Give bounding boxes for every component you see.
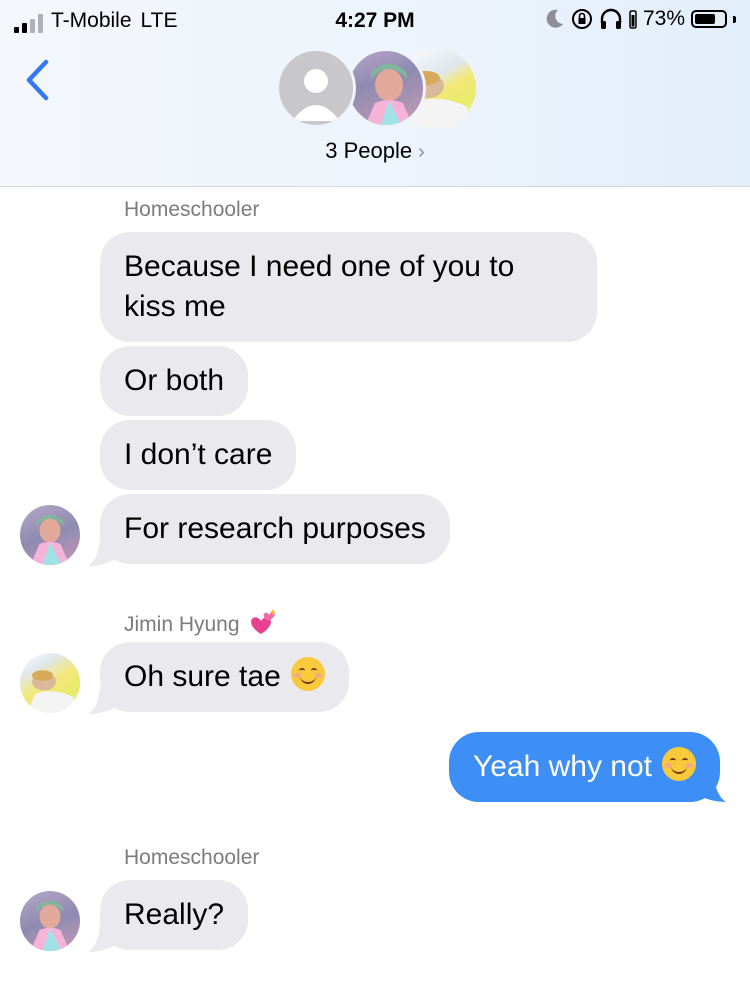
message-text: Yeah why not (472, 750, 652, 783)
avatar-jimin-small[interactable] (20, 653, 80, 713)
back-chevron-icon[interactable] (22, 58, 52, 102)
rotation-lock-icon (571, 9, 592, 29)
sender-label: Jimin Hyung (124, 608, 277, 637)
message-bubble[interactable]: For research purposes (100, 494, 450, 564)
sender-name: Jimin Hyung (124, 613, 240, 636)
message-bubble[interactable]: Because I need one of you to kiss me (100, 232, 597, 342)
message-bubble[interactable]: I don’t care (100, 420, 297, 490)
battery-tip (733, 15, 736, 23)
smiling-face-emoji (662, 747, 696, 781)
people-count-link[interactable]: 3 People › (0, 138, 750, 164)
sender-label: Homeschooler (124, 846, 260, 869)
sparkling-hearts-icon (251, 609, 277, 634)
people-count-label: 3 People (325, 138, 413, 163)
battery-icon (691, 10, 727, 28)
avatar-homeschooler (346, 48, 426, 128)
group-avatars[interactable] (276, 48, 476, 128)
status-icons: 73% (545, 7, 736, 31)
headphone-battery-icon (629, 10, 637, 29)
message-bubble-sent[interactable]: Yeah why not (448, 732, 720, 802)
conversation-header: T-Mobile LTE 4:27 PM 73% 3 People › (0, 0, 750, 187)
battery-level (695, 14, 716, 24)
message-bubble[interactable]: Or both (100, 346, 249, 416)
smiling-face-emoji (290, 657, 325, 691)
avatar-homeschooler-small[interactable] (20, 505, 80, 565)
sender-label: Homeschooler (124, 198, 260, 221)
message-bubble[interactable]: Really? (100, 880, 249, 950)
avatar-unknown (276, 48, 356, 128)
status-bar: T-Mobile LTE 4:27 PM 73% (0, 0, 750, 42)
message-text: Oh sure tae (124, 660, 281, 693)
battery-percent: 73% (642, 7, 685, 30)
headphones-icon (600, 8, 622, 29)
chevron-right-icon: › (418, 141, 425, 163)
message-bubble[interactable]: Oh sure tae (100, 642, 349, 712)
moon-icon (546, 9, 563, 28)
avatar-homeschooler-small[interactable] (20, 891, 80, 951)
